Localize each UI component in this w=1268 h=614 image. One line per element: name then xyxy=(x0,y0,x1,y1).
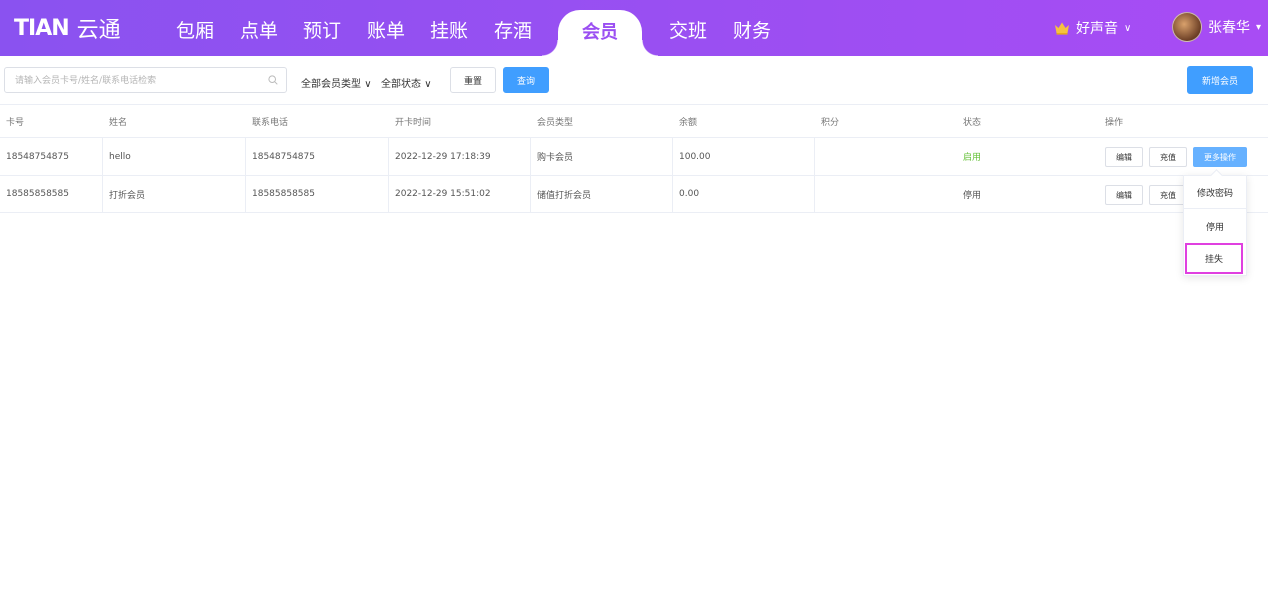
filter-toolbar: 全部会员类型 ∨ 全部状态 ∨ 重置 查询 新增会员 xyxy=(0,56,1268,104)
cell-opened: 2022-12-29 17:18:39 xyxy=(389,138,531,175)
nav-item-rooms[interactable]: 包厢 xyxy=(176,16,214,43)
cell-type: 购卡会员 xyxy=(531,138,673,175)
edit-button[interactable]: 编辑 xyxy=(1105,185,1143,205)
more-actions-dropdown: 修改密码 停用 挂失 xyxy=(1183,175,1247,276)
member-type-filter-label: 全部会员类型 xyxy=(301,79,361,90)
crown-icon xyxy=(1055,22,1069,35)
caret-down-icon: ▾ xyxy=(1256,21,1262,33)
app-logo[interactable]: TIAN 云通 xyxy=(14,13,121,44)
cell-type: 储值打折会员 xyxy=(531,176,673,212)
column-header-balance: 余额 xyxy=(679,117,698,128)
avatar xyxy=(1172,12,1202,42)
cell-phone: 18585858585 xyxy=(246,176,389,212)
cell-card: 18585858585 xyxy=(0,176,103,212)
status-badge: 停用 xyxy=(963,190,982,201)
logo-text: 云通 xyxy=(76,18,121,43)
nav-item-order[interactable]: 点单 xyxy=(240,16,278,43)
edit-button[interactable]: 编辑 xyxy=(1105,147,1143,167)
column-header-name: 姓名 xyxy=(109,117,128,128)
menu-item-change-password[interactable]: 修改密码 xyxy=(1184,177,1246,209)
column-header-card: 卡号 xyxy=(6,117,25,128)
column-header-status: 状态 xyxy=(963,117,982,128)
chevron-down-icon: ∨ xyxy=(1124,22,1132,34)
search-icon[interactable] xyxy=(268,75,278,85)
nav-item-credit[interactable]: 挂账 xyxy=(430,16,468,43)
add-member-button[interactable]: 新增会员 xyxy=(1187,66,1253,94)
column-header-opened: 开卡时间 xyxy=(395,117,432,128)
member-type-filter[interactable]: 全部会员类型 ∨ xyxy=(301,75,372,90)
chevron-down-icon: ∨ xyxy=(424,79,432,90)
chevron-down-icon: ∨ xyxy=(364,79,372,90)
status-filter-label: 全部状态 xyxy=(381,79,421,90)
cell-name: 打折会员 xyxy=(103,176,246,212)
cell-name: hello xyxy=(103,138,246,175)
nav-item-bills[interactable]: 账单 xyxy=(367,16,405,43)
menu-item-disable[interactable]: 停用 xyxy=(1184,210,1246,242)
nav-item-wine-storage[interactable]: 存酒 xyxy=(494,16,532,43)
table-header-row: 卡号 姓名 联系电话 开卡时间 会员类型 余额 积分 状态 操作 xyxy=(0,104,1268,137)
table-row: 18585858585 打折会员 18585858585 2022-12-29 … xyxy=(0,175,1268,213)
recharge-button[interactable]: 充值 xyxy=(1149,185,1187,205)
cell-points xyxy=(815,138,957,175)
column-header-phone: 联系电话 xyxy=(252,117,289,128)
cell-balance: 100.00 xyxy=(673,138,815,175)
store-name: 好声音 xyxy=(1076,21,1118,37)
column-header-actions: 操作 xyxy=(1105,117,1124,128)
query-button[interactable]: 查询 xyxy=(503,67,549,93)
cell-card: 18548754875 xyxy=(0,138,103,175)
search-input[interactable] xyxy=(13,68,257,94)
column-header-points: 积分 xyxy=(821,117,840,128)
user-menu[interactable]: 张春华 ▾ xyxy=(1172,12,1261,42)
store-selector[interactable]: 好声音 ∨ xyxy=(1054,18,1131,38)
logo-mark: TIAN xyxy=(14,15,70,41)
search-box xyxy=(4,67,287,94)
more-actions-button[interactable]: 更多操作 xyxy=(1193,147,1247,167)
status-filter[interactable]: 全部状态 ∨ xyxy=(381,75,432,90)
menu-item-report-loss[interactable]: 挂失 xyxy=(1185,243,1243,274)
cell-phone: 18548754875 xyxy=(246,138,389,175)
nav-item-shift[interactable]: 交班 xyxy=(669,16,707,43)
recharge-button[interactable]: 充值 xyxy=(1149,147,1187,167)
nav-item-members[interactable]: 会员 xyxy=(542,10,658,56)
nav-item-finance[interactable]: 财务 xyxy=(733,16,771,43)
user-name: 张春华 xyxy=(1208,20,1250,36)
reset-button[interactable]: 重置 xyxy=(450,67,496,93)
top-header: TIAN 云通 包厢 点单 预订 账单 挂账 存酒 会员 交班 财务 好声音 ∨… xyxy=(0,0,1268,56)
status-badge: 启用 xyxy=(963,153,982,163)
column-header-type: 会员类型 xyxy=(537,117,574,128)
cell-opened: 2022-12-29 15:51:02 xyxy=(389,176,531,212)
cell-points xyxy=(815,176,957,212)
cell-balance: 0.00 xyxy=(673,176,815,212)
nav-item-booking[interactable]: 预订 xyxy=(303,16,341,43)
table-row: 18548754875 hello 18548754875 2022-12-29… xyxy=(0,137,1268,175)
